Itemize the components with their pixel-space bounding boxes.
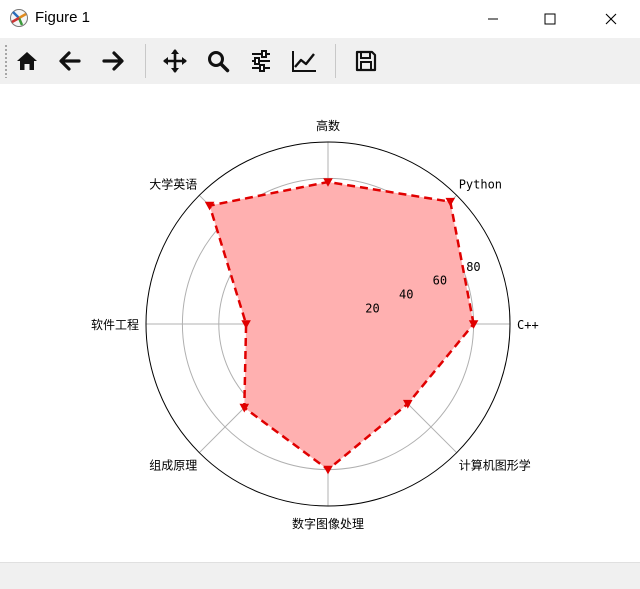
sliders-icon <box>252 50 270 72</box>
radial-tick-label: 20 <box>365 302 379 316</box>
category-label: C++ <box>517 318 539 332</box>
toolbar-separator <box>335 44 336 78</box>
radar-chart: 20 40 60 80 C++ Python 高数大学英语软件工程组成原理数字图像处理 计算机… <box>91 118 539 531</box>
forward-button[interactable] <box>97 45 129 77</box>
radial-tick-label: 40 <box>399 288 413 302</box>
category-label: 计算机图形学 <box>459 458 531 473</box>
status-bar <box>0 562 640 589</box>
category-label: 组成原理 <box>149 459 197 473</box>
category-label: 软件工程 <box>91 317 139 332</box>
matplotlib-logo-icon <box>10 9 28 27</box>
arrow-left-icon <box>59 51 81 71</box>
category-label: 高数 <box>316 118 340 133</box>
save-button[interactable] <box>350 45 382 77</box>
series-area <box>209 182 474 470</box>
close-icon <box>605 13 617 25</box>
minimize-icon <box>488 18 498 20</box>
navigation-toolbar <box>0 38 640 84</box>
figure-canvas[interactable]: 20 40 60 80 C++ Python 高数大学英语软件工程组成原理数字图像处理 计算机… <box>0 84 640 562</box>
configure-subplots-button[interactable] <box>245 45 277 77</box>
series-layer <box>204 178 479 475</box>
magnifier-icon <box>208 51 230 73</box>
arrow-right-icon <box>102 51 124 71</box>
home-button[interactable] <box>11 45 43 77</box>
window-title: Figure 1 <box>35 9 91 26</box>
line-chart-icon <box>292 51 316 72</box>
back-button[interactable] <box>54 45 86 77</box>
edit-axis-button[interactable] <box>288 45 320 77</box>
radial-tick-label: 60 <box>433 274 447 288</box>
floppy-disk-icon <box>355 50 377 72</box>
close-button[interactable] <box>588 0 634 38</box>
home-icon <box>17 52 37 70</box>
toolbar-separator <box>145 44 146 78</box>
toolbar-grip[interactable] <box>4 44 8 78</box>
maximize-button[interactable] <box>527 0 573 38</box>
zoom-button[interactable] <box>202 45 234 77</box>
category-label: 大学英语 <box>149 176 197 191</box>
title-bar: Figure 1 <box>0 0 640 38</box>
pan-button[interactable] <box>159 45 191 77</box>
move-icon <box>163 49 187 73</box>
category-label: Python <box>459 177 502 191</box>
category-label: 数字图像处理 <box>292 516 364 531</box>
minimize-button[interactable] <box>470 0 516 38</box>
radial-tick-label: 80 <box>466 260 480 274</box>
data-point-marker <box>323 465 333 475</box>
maximize-icon <box>544 13 556 25</box>
